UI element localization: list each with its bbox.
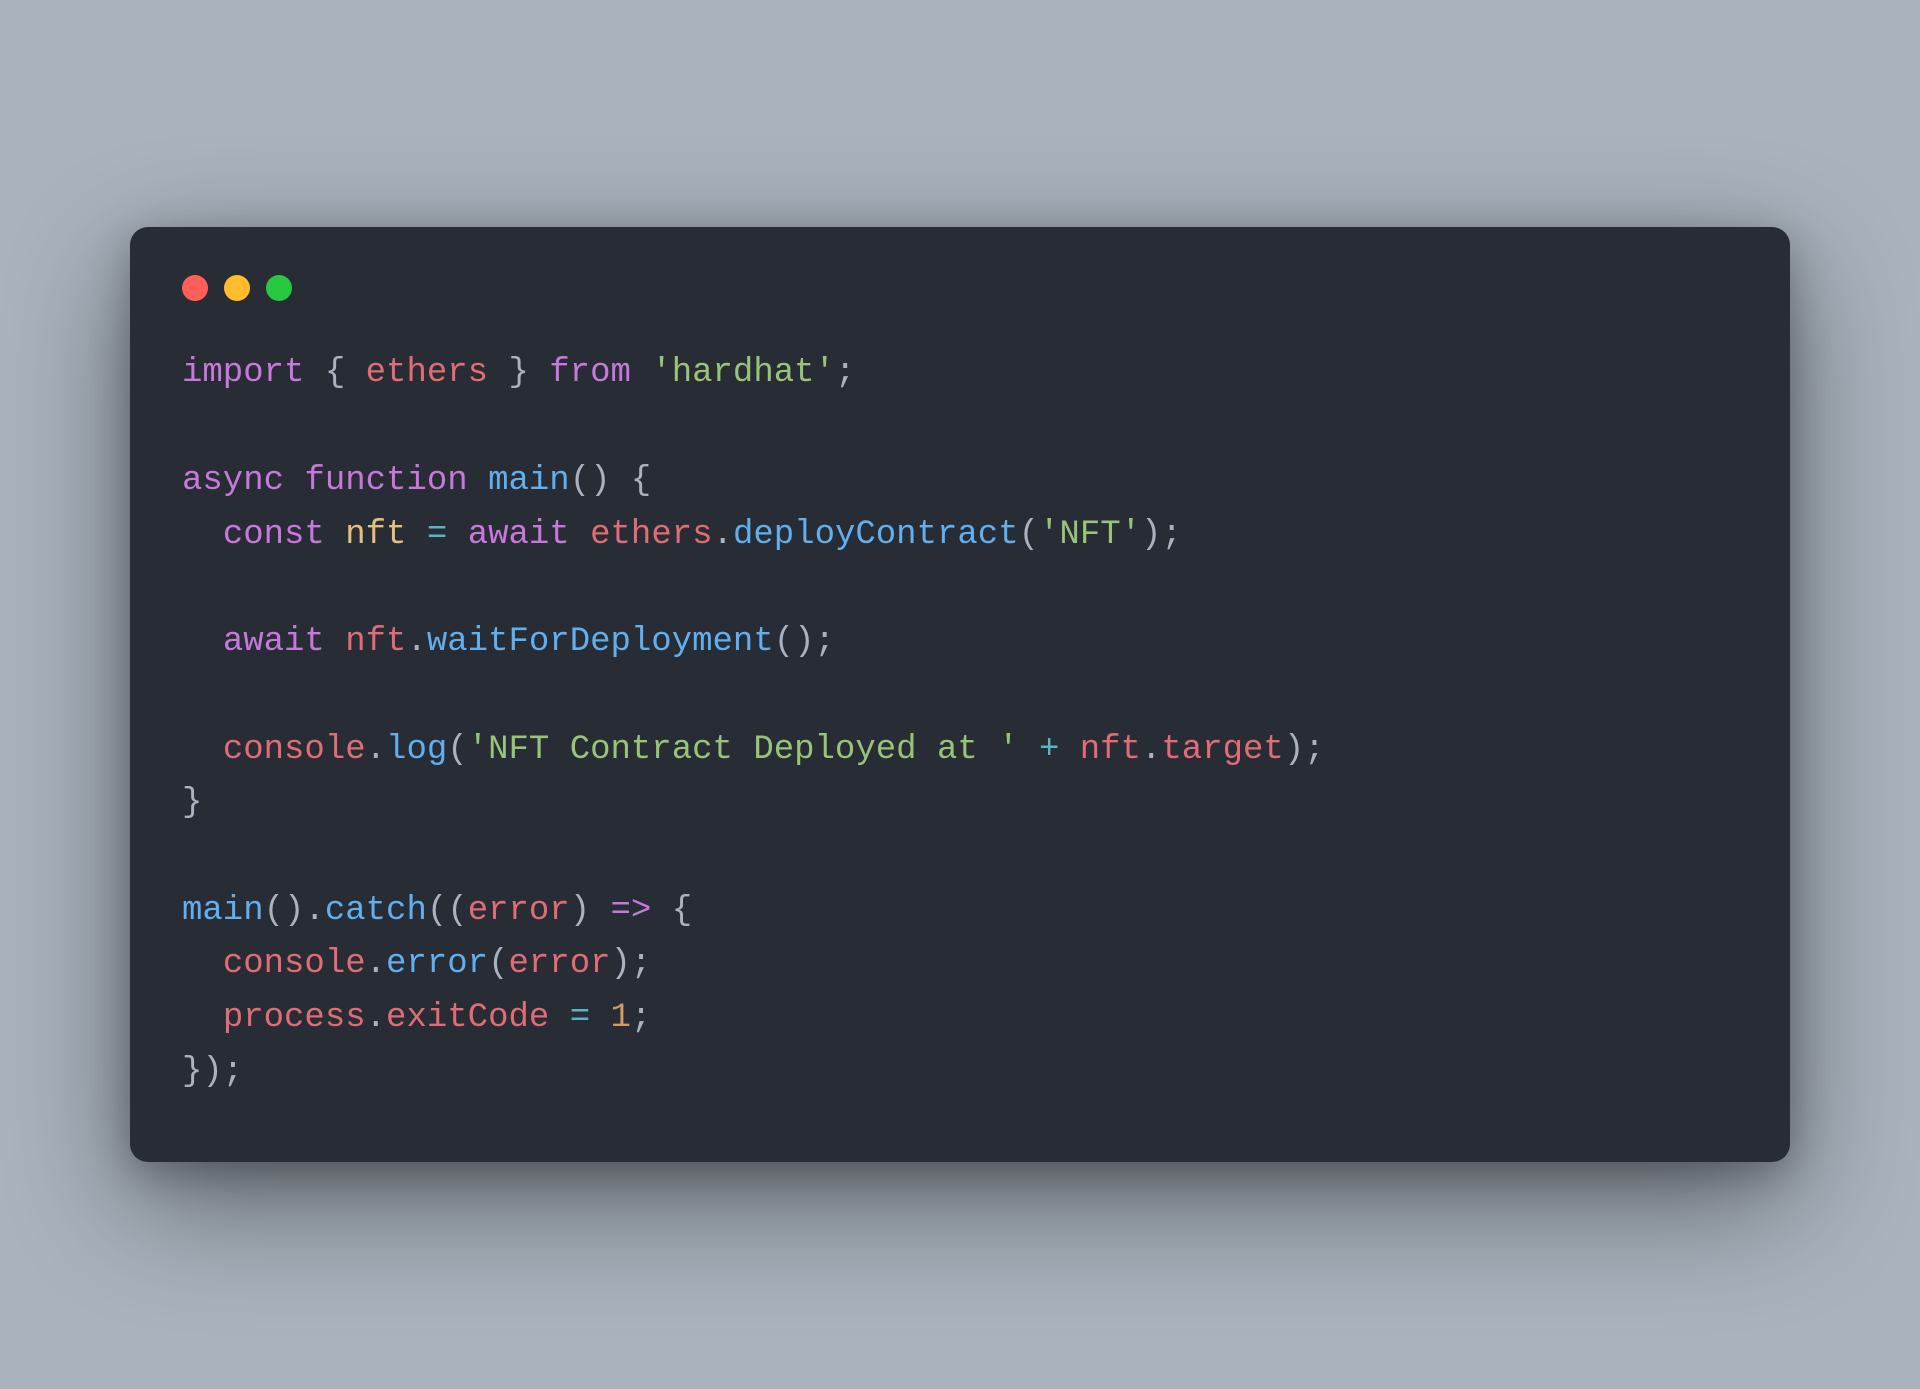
close-icon[interactable] xyxy=(182,275,208,301)
brace: { xyxy=(672,892,692,930)
space xyxy=(570,516,590,554)
identifier: ethers xyxy=(590,516,712,554)
keyword-await: await xyxy=(223,623,325,661)
indent xyxy=(182,731,223,769)
paren: ( xyxy=(447,731,467,769)
keyword-async: async xyxy=(182,462,284,500)
brace: { xyxy=(631,462,651,500)
space xyxy=(590,892,610,930)
function-name: main xyxy=(488,462,570,500)
method: catch xyxy=(325,892,427,930)
arrow: => xyxy=(611,892,652,930)
semicolon: ; xyxy=(815,623,835,661)
identifier: error xyxy=(508,945,610,983)
paren: ) xyxy=(570,892,590,930)
string: 'NFT Contract Deployed at ' xyxy=(468,731,1019,769)
space xyxy=(611,462,631,500)
brace: { xyxy=(304,354,365,392)
space xyxy=(651,892,671,930)
space xyxy=(325,623,345,661)
identifier: console xyxy=(223,945,366,983)
space xyxy=(1019,731,1039,769)
semicolon: ; xyxy=(631,999,651,1037)
paren: ( xyxy=(1019,516,1039,554)
indent xyxy=(182,999,223,1037)
paren: ( xyxy=(447,892,467,930)
parens: () xyxy=(570,462,611,500)
semicolon: ; xyxy=(835,354,855,392)
space xyxy=(549,999,569,1037)
paren: ) xyxy=(611,945,631,983)
dot: . xyxy=(304,892,324,930)
semicolon: ; xyxy=(1161,516,1181,554)
number: 1 xyxy=(611,999,631,1037)
code-window: import { ethers } from 'hardhat'; async … xyxy=(130,227,1790,1161)
space xyxy=(468,462,488,500)
traffic-lights xyxy=(182,275,1738,301)
identifier: nft xyxy=(345,623,406,661)
closing: }); xyxy=(182,1053,243,1091)
identifier: error xyxy=(468,892,570,930)
identifier: nft xyxy=(1080,731,1141,769)
method: error xyxy=(386,945,488,983)
space xyxy=(447,516,467,554)
dot: . xyxy=(713,516,733,554)
space xyxy=(284,462,304,500)
dot: . xyxy=(406,623,426,661)
identifier: nft xyxy=(345,516,406,554)
maximize-icon[interactable] xyxy=(266,275,292,301)
keyword-function: function xyxy=(304,462,467,500)
brace: } xyxy=(182,784,202,822)
space xyxy=(325,516,345,554)
dot: . xyxy=(366,731,386,769)
parens: () xyxy=(264,892,305,930)
method: waitForDeployment xyxy=(427,623,774,661)
code-block: import { ethers } from 'hardhat'; async … xyxy=(182,347,1738,1099)
operator-equals: = xyxy=(570,999,590,1037)
minimize-icon[interactable] xyxy=(224,275,250,301)
string: 'hardhat' xyxy=(651,354,835,392)
parens: () xyxy=(774,623,815,661)
property: target xyxy=(1161,731,1283,769)
brace: } xyxy=(488,354,549,392)
keyword-await: await xyxy=(468,516,570,554)
keyword-from: from xyxy=(549,354,631,392)
identifier: ethers xyxy=(366,354,488,392)
dot: . xyxy=(366,999,386,1037)
method: deployContract xyxy=(733,516,1019,554)
keyword-const: const xyxy=(223,516,325,554)
keyword-import: import xyxy=(182,354,304,392)
semicolon: ; xyxy=(631,945,651,983)
indent xyxy=(182,945,223,983)
space xyxy=(406,516,426,554)
paren: ) xyxy=(1141,516,1161,554)
space xyxy=(1059,731,1079,769)
paren: ( xyxy=(427,892,447,930)
identifier: console xyxy=(223,731,366,769)
space xyxy=(590,999,610,1037)
string: 'NFT' xyxy=(1039,516,1141,554)
paren: ( xyxy=(488,945,508,983)
identifier: process xyxy=(223,999,366,1037)
space xyxy=(631,354,651,392)
paren: ) xyxy=(1284,731,1304,769)
semicolon: ; xyxy=(1304,731,1324,769)
method: log xyxy=(386,731,447,769)
function-name: main xyxy=(182,892,264,930)
property: exitCode xyxy=(386,999,549,1037)
operator-plus: + xyxy=(1039,731,1059,769)
indent xyxy=(182,623,223,661)
operator-equals: = xyxy=(427,516,447,554)
dot: . xyxy=(366,945,386,983)
indent xyxy=(182,516,223,554)
dot: . xyxy=(1141,731,1161,769)
